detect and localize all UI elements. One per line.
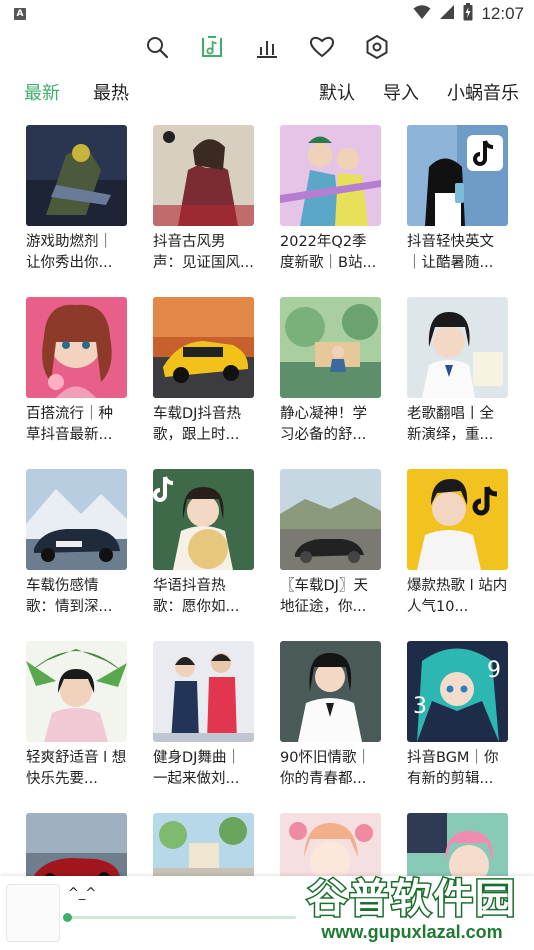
playlist-title: 老歌翻唱丨全新演绎，重... xyxy=(407,406,494,443)
playlist-title: 〖车载DJ〗天地征途，你... xyxy=(280,578,368,615)
playlist-cover xyxy=(407,297,508,398)
playlist-card[interactable]: 健身DJ舞曲｜一起来做刘... xyxy=(153,641,254,790)
playlist-title: 车载DJ抖音热歌，跟上时... xyxy=(153,406,241,443)
watermark: 谷普软件园 www.gupuxlazal.com xyxy=(292,866,532,950)
playlist-title: 爆款热歌 l 站内人气10... xyxy=(407,578,508,615)
player-title: ^_^ xyxy=(68,886,97,901)
progress-bar[interactable] xyxy=(63,913,296,922)
playlist-title: 游戏助燃剂｜让你秀出你... xyxy=(26,234,113,271)
playlist-title: 华语抖音热歌：愿你如... xyxy=(153,578,240,615)
playlist-cover xyxy=(26,641,127,742)
tab-hot[interactable]: 最热 xyxy=(93,79,129,105)
playlist-cover xyxy=(153,125,254,226)
battery-icon xyxy=(463,3,473,25)
playlist-title: 静心凝神！学习必备的舒... xyxy=(280,406,367,443)
playlist-cover xyxy=(280,469,381,570)
signal-icon xyxy=(439,4,455,24)
playlist-card[interactable]: 抖音轻快英文｜让酷暑随... xyxy=(407,125,508,274)
filter-tabs: 最新 最热 默认 导入 小蜗音乐 xyxy=(0,76,534,108)
bar-chart-icon[interactable] xyxy=(254,34,280,60)
tab-import[interactable]: 导入 xyxy=(383,79,419,105)
tab-default[interactable]: 默认 xyxy=(319,79,355,105)
playlist-card[interactable]: 百搭流行｜种草抖音最新... xyxy=(26,297,127,446)
playlist-card[interactable]: 车载DJ抖音热歌，跟上时... xyxy=(153,297,254,446)
playlist-card[interactable]: 轻爽舒适音 l 想快乐先要... xyxy=(26,641,127,790)
playlist-title: 抖音古风男声：见证国风... xyxy=(153,234,254,271)
search-icon[interactable] xyxy=(144,34,170,60)
playlist-cover: 39 xyxy=(407,641,508,742)
playlist-card[interactable]: 老歌翻唱丨全新演绎，重... xyxy=(407,297,508,446)
top-toolbar xyxy=(0,30,534,64)
clock: 12:07 xyxy=(481,4,524,23)
playlist-card[interactable]: 静心凝神！学习必备的舒... xyxy=(280,297,381,446)
svg-text:3: 3 xyxy=(413,694,427,719)
playlist-card[interactable]: 39 抖音BGM｜你有新的剪辑... xyxy=(407,641,508,790)
playlist-card[interactable]: 华语抖音热歌：愿你如... xyxy=(153,469,254,618)
settings-icon[interactable] xyxy=(364,34,390,60)
svg-text:9: 9 xyxy=(487,658,501,683)
status-bar: A 12:07 xyxy=(0,0,534,28)
playlist-card[interactable]: 2022年Q2季度新歌｜B站... xyxy=(280,125,381,274)
playlist-cover xyxy=(153,641,254,742)
playlist-title: 轻爽舒适音 l 想快乐先要... xyxy=(26,750,127,787)
watermark-url: www.gupuxlazal.com xyxy=(321,922,503,942)
playlist-title: 健身DJ舞曲｜一起来做刘... xyxy=(153,750,241,787)
playlist-card[interactable]: 〖车载DJ〗天地征途，你... xyxy=(280,469,381,618)
playlist-title: 百搭流行｜种草抖音最新... xyxy=(26,406,113,443)
player-cover[interactable] xyxy=(6,884,60,942)
playlist-cover xyxy=(26,297,127,398)
playlist-card[interactable]: 车载伤感情歌：情到深... xyxy=(26,469,127,618)
playlist-cover xyxy=(26,125,127,226)
playlist-card[interactable]: 爆款热歌 l 站内人气10... xyxy=(407,469,508,618)
playlist-title: 车载伤感情歌：情到深... xyxy=(26,578,113,615)
playlist-cover xyxy=(280,297,381,398)
music-note-icon[interactable] xyxy=(199,34,225,60)
playlist-cover xyxy=(407,469,508,570)
playlist-cover xyxy=(407,125,508,226)
playlist-card[interactable]: 抖音古风男声：见证国风... xyxy=(153,125,254,274)
playlist-title: 抖音轻快英文｜让酷暑随... xyxy=(407,234,494,271)
playlist-cover xyxy=(153,297,254,398)
playlist-title: 抖音BGM｜你有新的剪辑... xyxy=(407,750,499,787)
playlist-cover xyxy=(280,641,381,742)
notification-icon: A xyxy=(14,8,26,20)
playlist-title: 2022年Q2季度新歌｜B站... xyxy=(280,234,377,271)
heart-icon[interactable] xyxy=(309,34,335,60)
tab-latest[interactable]: 最新 xyxy=(24,79,60,105)
progress-knob[interactable] xyxy=(63,913,72,922)
playlist-card[interactable]: 游戏助燃剂｜让你秀出你... xyxy=(26,125,127,274)
playlist-cover xyxy=(26,469,127,570)
playlist-card[interactable]: 90怀旧情歌｜你的青春都... xyxy=(280,641,381,790)
playlist-title: 90怀旧情歌｜你的青春都... xyxy=(280,750,371,787)
tab-source[interactable]: 小蜗音乐 xyxy=(447,79,519,105)
playlist-cover xyxy=(280,125,381,226)
playlist-cover xyxy=(153,469,254,570)
wifi-icon xyxy=(413,4,431,24)
watermark-title: 谷普软件园 xyxy=(306,875,517,924)
